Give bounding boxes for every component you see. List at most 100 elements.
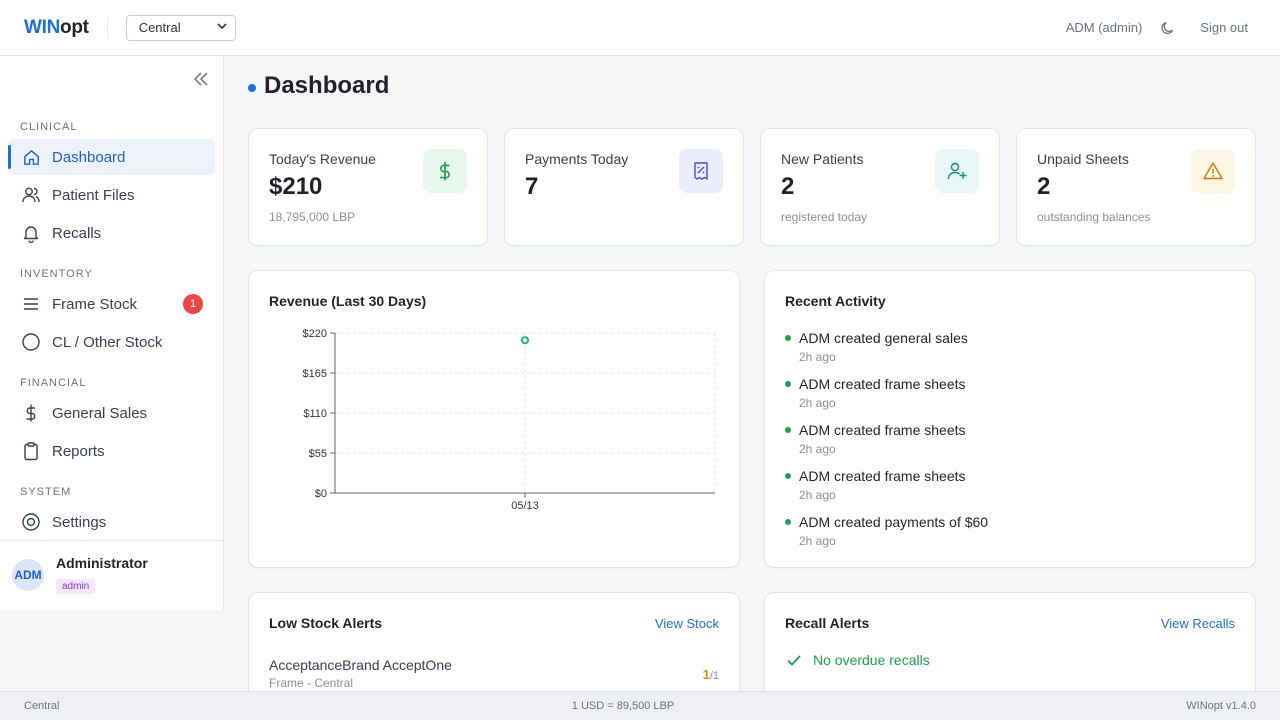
check-icon bbox=[785, 651, 803, 669]
revenue-line-chart: $0 $55 $110 $165 $220 05/13 bbox=[303, 328, 716, 512]
list-icon bbox=[21, 294, 41, 314]
avatar[interactable]: ADM bbox=[12, 559, 44, 591]
dollar-icon bbox=[423, 149, 467, 193]
sidebar-item-label: General Sales bbox=[52, 404, 148, 422]
sidebar-item-dashboard[interactable]: Dashboard bbox=[8, 139, 215, 175]
activity-dot bbox=[785, 427, 791, 433]
stock-qty-total: /1 bbox=[709, 670, 719, 682]
recent-activity-card: Recent Activity ADM created general sale… bbox=[764, 270, 1256, 568]
activity-time: 2h ago bbox=[799, 488, 836, 502]
bell-icon bbox=[21, 223, 41, 243]
receipt-icon bbox=[679, 149, 723, 193]
stat-sub: 18,795,000 LBP bbox=[269, 210, 356, 224]
top-header: WINopt Central ADM (admin) Sign out bbox=[0, 0, 1280, 56]
activity-dot bbox=[785, 335, 791, 341]
status-footer: Central 1 USD = 89,500 LBP WINopt v1.4.0 bbox=[0, 691, 1280, 720]
users-icon bbox=[21, 185, 41, 205]
sidebar-item-reports[interactable]: Reports bbox=[8, 433, 215, 469]
activity-text: ADM created payments of $60 bbox=[799, 514, 989, 530]
y-tick-label: $110 bbox=[303, 408, 327, 420]
sidebar-item-label: CL / Other Stock bbox=[52, 333, 163, 351]
stat-card-new-patients: New Patients 2 registered today bbox=[760, 128, 1000, 246]
role-badge: admin bbox=[56, 579, 96, 594]
no-recalls-text: No overdue recalls bbox=[813, 652, 930, 668]
revenue-chart-card: Revenue (Last 30 Days) $0 $55 $110 $165 $220… bbox=[248, 270, 740, 568]
sidebar-item-patient-files[interactable]: Patient Files bbox=[8, 177, 215, 213]
activity-time: 2h ago bbox=[799, 396, 836, 410]
profile-name: Administrator bbox=[56, 555, 148, 571]
stat-label: Today's Revenue bbox=[269, 151, 376, 167]
moon-icon[interactable] bbox=[1160, 20, 1176, 36]
page-title: Dashboard bbox=[264, 72, 390, 99]
data-point bbox=[521, 336, 529, 345]
footer-version: WINopt v1.4.0 bbox=[1186, 700, 1256, 712]
section-label-clinical: CLINICAL bbox=[20, 121, 78, 133]
clipboard-icon bbox=[21, 441, 41, 461]
y-tick-label: $55 bbox=[309, 448, 327, 460]
recall-alerts-title: Recall Alerts bbox=[785, 615, 870, 631]
activity-text: ADM created frame sheets bbox=[799, 468, 966, 484]
stat-value: 7 bbox=[525, 173, 539, 200]
stat-value: $210 bbox=[269, 173, 323, 200]
sidebar-item-recalls[interactable]: Recalls bbox=[8, 215, 215, 251]
settings-icon bbox=[21, 512, 41, 532]
section-label-system: SYSTEM bbox=[20, 486, 72, 498]
y-tick-label: $220 bbox=[303, 328, 327, 340]
low-stock-title: Low Stock Alerts bbox=[269, 615, 383, 631]
sidebar-item-label: Reports bbox=[52, 442, 105, 460]
sidebar-item-label: Settings bbox=[52, 513, 107, 531]
y-tick-label: $0 bbox=[315, 488, 327, 500]
stock-item-sub: Frame - Central bbox=[269, 676, 354, 690]
activity-time: 2h ago bbox=[799, 350, 836, 364]
sidebar-item-frame-stock[interactable]: Frame Stock 1 bbox=[8, 286, 215, 322]
section-label-inventory: INVENTORY bbox=[20, 268, 93, 280]
view-recalls-link[interactable]: View Recalls bbox=[1161, 616, 1235, 631]
sidebar-divider bbox=[0, 540, 224, 541]
stat-label: Payments Today bbox=[525, 151, 629, 167]
sidebar-item-general-sales[interactable]: General Sales bbox=[8, 395, 215, 431]
sidebar-item-settings[interactable]: Settings bbox=[8, 504, 215, 540]
x-tick-label: 05/13 bbox=[511, 500, 539, 512]
activity-dot bbox=[785, 473, 791, 479]
current-user-label: ADM (admin) bbox=[1065, 20, 1143, 35]
branch-select-value: Central bbox=[138, 20, 181, 35]
branch-select[interactable]: Central bbox=[125, 14, 236, 41]
title-dot bbox=[248, 84, 256, 92]
no-recalls-message: No overdue recalls bbox=[785, 651, 930, 669]
sign-out-button[interactable]: Sign out bbox=[1200, 20, 1248, 35]
app-logo[interactable]: WINopt bbox=[24, 17, 89, 39]
sidebar-item-cl-other-stock[interactable]: CL / Other Stock bbox=[8, 324, 215, 360]
chevron-down-icon bbox=[217, 21, 227, 34]
logo-part-win: WIN bbox=[24, 16, 61, 38]
stat-label: Unpaid Sheets bbox=[1037, 151, 1129, 167]
circle-icon bbox=[21, 332, 41, 352]
stock-qty-value: 1 bbox=[702, 667, 710, 682]
activity-text: ADM created frame sheets bbox=[799, 376, 966, 392]
stock-item-name[interactable]: AcceptanceBrand AcceptOne bbox=[269, 657, 452, 673]
header-right: ADM (admin) Sign out bbox=[1066, 20, 1248, 36]
stat-value: 2 bbox=[781, 173, 795, 200]
activity-text: ADM created general sales bbox=[799, 330, 968, 346]
stat-sub: outstanding balances bbox=[1037, 210, 1151, 224]
view-stock-link[interactable]: View Stock bbox=[655, 616, 719, 631]
sidebar-item-label: Recalls bbox=[52, 224, 102, 242]
activity-dot bbox=[785, 519, 791, 525]
user-plus-icon bbox=[935, 149, 979, 193]
stat-sub: registered today bbox=[781, 210, 868, 224]
footer-exchange-rate: 1 USD = 89,500 LBP bbox=[571, 700, 675, 712]
stat-label: New Patients bbox=[781, 151, 864, 167]
logo-part-opt: opt bbox=[60, 16, 89, 38]
home-icon bbox=[21, 147, 41, 167]
dollar-icon bbox=[21, 403, 41, 423]
collapse-sidebar-icon[interactable] bbox=[192, 70, 210, 88]
stock-item-qty: 1/1 bbox=[703, 667, 719, 682]
stat-card-revenue: Today's Revenue $210 18,795,000 LBP bbox=[248, 128, 488, 246]
recent-activity-title: Recent Activity bbox=[785, 293, 886, 309]
stat-card-unpaid: Unpaid Sheets 2 outstanding balances bbox=[1016, 128, 1256, 246]
activity-text: ADM created frame sheets bbox=[799, 422, 966, 438]
warning-icon bbox=[1191, 149, 1235, 193]
sidebar: CLINICAL Dashboard Patient Files Recalls… bbox=[0, 56, 224, 610]
sidebar-item-label: Frame Stock bbox=[52, 295, 138, 313]
frame-stock-badge: 1 bbox=[183, 294, 203, 314]
activity-time: 2h ago bbox=[799, 534, 836, 548]
